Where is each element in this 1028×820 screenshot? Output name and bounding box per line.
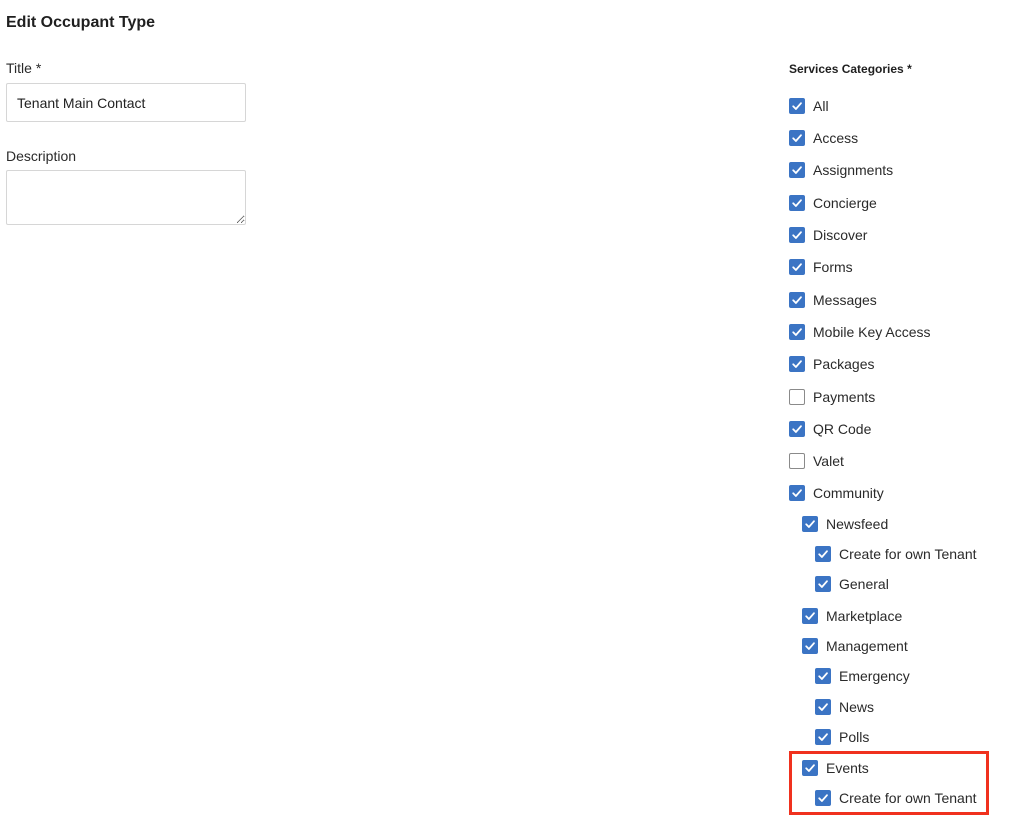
checkbox-row-create-for-own-tenant[interactable]: Create for own Tenant xyxy=(815,546,977,562)
checkbox-newsfeed[interactable] xyxy=(802,516,818,532)
checkbox-valet[interactable] xyxy=(789,453,805,469)
checkmark-icon xyxy=(805,642,815,650)
checkbox-qr-code[interactable] xyxy=(789,421,805,437)
checkmark-icon xyxy=(792,328,802,336)
checkbox-label-mobile-key-access: Mobile Key Access xyxy=(813,324,931,340)
checkbox-row-community[interactable]: Community xyxy=(789,485,884,501)
checkbox-label-messages: Messages xyxy=(813,292,877,308)
checkbox-access[interactable] xyxy=(789,130,805,146)
checkbox-label-all: All xyxy=(813,98,829,114)
checkbox-row-qr-code[interactable]: QR Code xyxy=(789,421,871,437)
checkbox-row-payments[interactable]: Payments xyxy=(789,389,875,405)
checkbox-row-all[interactable]: All xyxy=(789,98,829,114)
checkbox-row-assignments[interactable]: Assignments xyxy=(789,162,893,178)
checkbox-discover[interactable] xyxy=(789,227,805,243)
checkbox-row-packages[interactable]: Packages xyxy=(789,356,874,372)
checkmark-icon xyxy=(792,166,802,174)
checkmark-icon xyxy=(792,489,802,497)
checkbox-row-valet[interactable]: Valet xyxy=(789,453,844,469)
checkbox-all[interactable] xyxy=(789,98,805,114)
checkbox-row-marketplace[interactable]: Marketplace xyxy=(802,608,902,624)
checkbox-mobile-key-access[interactable] xyxy=(789,324,805,340)
services-categories-label: Services Categories * xyxy=(789,62,912,76)
checkmark-icon xyxy=(805,612,815,620)
checkbox-news[interactable] xyxy=(815,699,831,715)
description-textarea[interactable] xyxy=(6,170,246,225)
checkbox-row-discover[interactable]: Discover xyxy=(789,227,867,243)
checkbox-row-newsfeed[interactable]: Newsfeed xyxy=(802,516,888,532)
checkmark-icon xyxy=(792,199,802,207)
checkbox-row-messages[interactable]: Messages xyxy=(789,292,877,308)
checkbox-management[interactable] xyxy=(802,638,818,654)
checkmark-icon xyxy=(818,672,828,680)
checkbox-row-mobile-key-access[interactable]: Mobile Key Access xyxy=(789,324,931,340)
checkbox-polls[interactable] xyxy=(815,729,831,745)
checkbox-label-packages: Packages xyxy=(813,356,875,372)
checkbox-row-forms[interactable]: Forms xyxy=(789,259,853,275)
title-label: Title * xyxy=(6,60,42,76)
checkmark-icon xyxy=(818,580,828,588)
checkbox-marketplace[interactable] xyxy=(802,608,818,624)
checkbox-community[interactable] xyxy=(789,485,805,501)
checkmark-icon xyxy=(792,102,802,110)
checkbox-messages[interactable] xyxy=(789,292,805,308)
checkmark-icon xyxy=(792,296,802,304)
checkbox-create-for-own-tenant[interactable] xyxy=(815,546,831,562)
checkbox-row-emergency[interactable]: Emergency xyxy=(815,668,910,684)
checkbox-label-assignments: Assignments xyxy=(813,162,894,178)
checkmark-icon xyxy=(818,733,828,741)
checkbox-label-payments: Payments xyxy=(813,389,876,405)
checkbox-packages[interactable] xyxy=(789,356,805,372)
checkmark-icon xyxy=(792,134,802,142)
checkmark-icon xyxy=(805,520,815,528)
checkmark-icon xyxy=(818,703,828,711)
checkbox-label-concierge: Concierge xyxy=(813,195,877,211)
page-title: Edit Occupant Type xyxy=(6,14,156,31)
checkmark-icon xyxy=(792,360,802,368)
checkbox-label-polls: Polls xyxy=(839,729,870,745)
checkbox-assignments[interactable] xyxy=(789,162,805,178)
checkbox-row-polls[interactable]: Polls xyxy=(815,729,869,745)
checkbox-label-general: General xyxy=(839,576,889,592)
checkbox-label-newsfeed: Newsfeed xyxy=(826,516,889,532)
checkbox-emergency[interactable] xyxy=(815,668,831,684)
checkbox-row-management[interactable]: Management xyxy=(802,638,908,654)
checkbox-label-emergency: Emergency xyxy=(839,668,910,684)
checkbox-label-discover: Discover xyxy=(813,227,868,243)
checkbox-forms[interactable] xyxy=(789,259,805,275)
highlight-annotation-box xyxy=(789,751,989,815)
checkbox-label-create-for-own-tenant: Create for own Tenant xyxy=(839,546,977,562)
checkbox-label-access: Access xyxy=(813,130,859,146)
title-input[interactable] xyxy=(6,83,246,122)
checkbox-label-qr-code: QR Code xyxy=(813,421,872,437)
checkbox-label-news: News xyxy=(839,699,875,715)
checkbox-label-management: Management xyxy=(826,638,908,654)
checkbox-row-general[interactable]: General xyxy=(815,576,889,592)
checkbox-label-marketplace: Marketplace xyxy=(826,608,903,624)
checkbox-general[interactable] xyxy=(815,576,831,592)
checkbox-label-forms: Forms xyxy=(813,259,853,275)
checkmark-icon xyxy=(792,425,802,433)
checkmark-icon xyxy=(792,263,802,271)
checkbox-row-news[interactable]: News xyxy=(815,699,874,715)
checkbox-payments[interactable] xyxy=(789,389,805,405)
description-label: Description xyxy=(6,148,77,164)
checkbox-label-valet: Valet xyxy=(813,453,844,469)
checkbox-label-community: Community xyxy=(813,485,884,501)
checkmark-icon xyxy=(818,550,828,558)
checkbox-row-access[interactable]: Access xyxy=(789,130,858,146)
checkmark-icon xyxy=(792,231,802,239)
checkbox-concierge[interactable] xyxy=(789,195,805,211)
checkbox-row-concierge[interactable]: Concierge xyxy=(789,195,877,211)
